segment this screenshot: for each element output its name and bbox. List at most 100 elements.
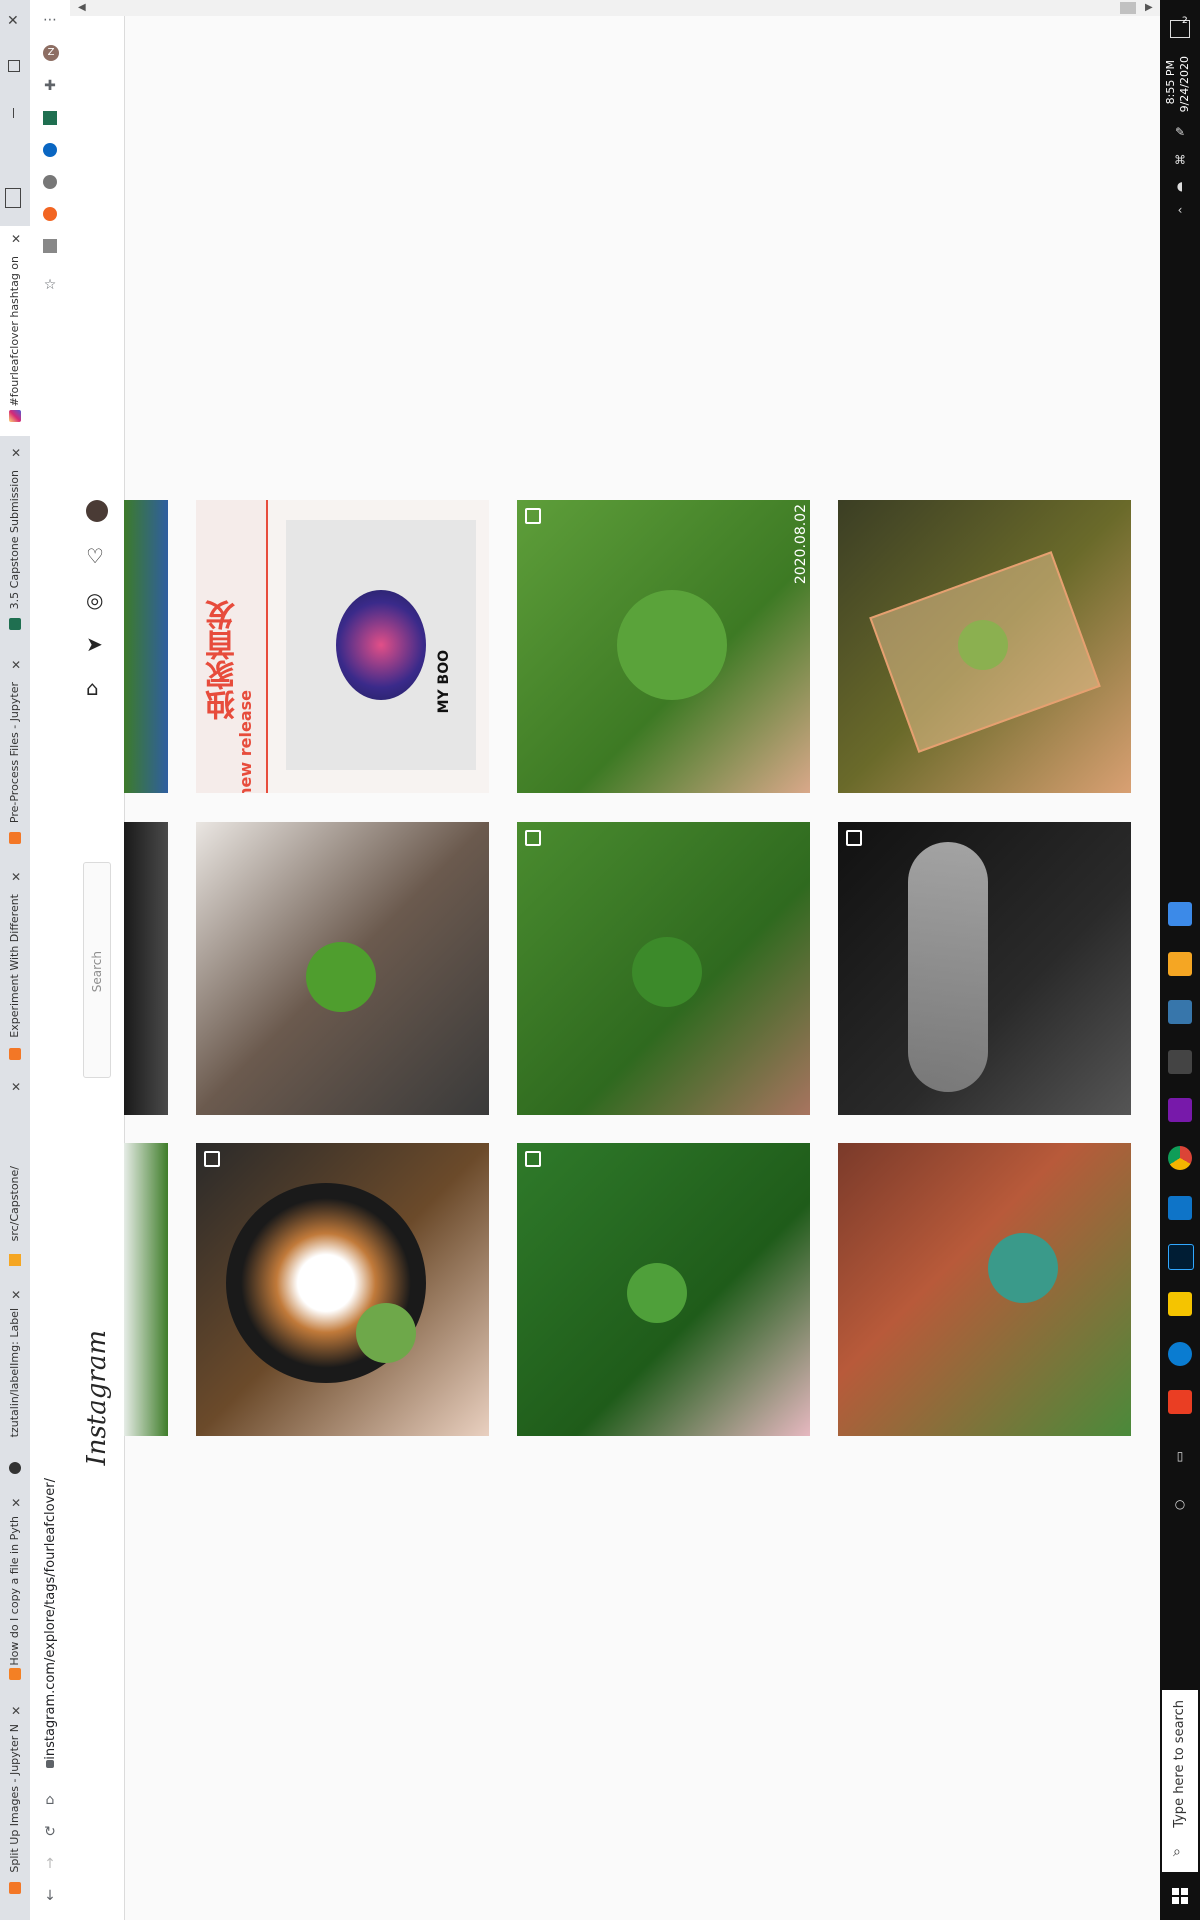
edge-app-icon[interactable]: [1168, 1342, 1192, 1366]
tab-split-up[interactable]: ✕ Split Up Images - Jupyter N: [0, 1700, 30, 1920]
tab-src-capstone[interactable]: ✕ src/Capstone/: [0, 1076, 30, 1286]
tab-preprocess[interactable]: ✕ Pre-Process Files - Jupyter: [0, 652, 30, 862]
post-tile[interactable]: [838, 1143, 1131, 1436]
search-input[interactable]: Search: [83, 862, 111, 1078]
direct-icon[interactable]: ➤: [86, 632, 103, 656]
forward-icon[interactable]: ↑: [42, 1856, 58, 1872]
home-icon[interactable]: ⌂: [42, 1792, 58, 1808]
url-text[interactable]: instagram.com/explore/tags/fourleafclove…: [43, 1478, 58, 1760]
extension-icon[interactable]: [43, 111, 57, 125]
multi-post-icon: [525, 1151, 541, 1167]
chrome-app-icon[interactable]: [1168, 1146, 1192, 1170]
tab-capstone[interactable]: ✕ 3.5 Capstone Submission: [0, 440, 30, 650]
close-tab-icon[interactable]: ✕: [9, 1704, 23, 1718]
scroll-left-arrow-icon[interactable]: ◀: [78, 2, 86, 13]
close-tab-icon[interactable]: ✕: [9, 232, 23, 246]
explore-icon[interactable]: ◎: [86, 588, 103, 612]
github-favicon-icon: [9, 1462, 21, 1474]
post-tile[interactable]: [196, 822, 489, 1115]
file-explorer-app-icon[interactable]: [1168, 902, 1192, 926]
brooch-shape: [908, 842, 988, 1092]
multi-post-icon: [525, 830, 541, 846]
tab-label: How do I copy a file in Pyth: [8, 1516, 21, 1666]
close-tab-icon[interactable]: ✕: [9, 658, 23, 672]
close-tab-icon[interactable]: ✕: [9, 1080, 23, 1094]
network-icon[interactable]: ⌘: [1172, 152, 1188, 168]
jupyter-favicon-icon: [9, 832, 21, 844]
extension-icon[interactable]: [43, 175, 57, 189]
tab-labelimg[interactable]: ✕ tzutalin/labelImg: Label: [0, 1288, 30, 1488]
post-tile[interactable]: 独家首发 new release MY BOO: [196, 500, 489, 793]
capstone-favicon-icon: [9, 618, 21, 630]
lock-icon: [46, 1760, 54, 1768]
post-tile[interactable]: [838, 822, 1131, 1115]
task-view-icon[interactable]: ▯: [1172, 1448, 1188, 1464]
activity-icon[interactable]: ♡: [86, 544, 104, 568]
onenote-app-icon[interactable]: [1168, 1098, 1192, 1122]
sticky-notes-app-icon[interactable]: [1168, 1292, 1192, 1316]
post-partial[interactable]: [124, 1143, 168, 1436]
post-tile[interactable]: [517, 1143, 810, 1436]
horizontal-scrollbar[interactable]: ◀ ▶: [70, 0, 1160, 16]
close-tab-icon[interactable]: ✕: [9, 1496, 23, 1510]
back-icon[interactable]: ↓: [42, 1888, 58, 1904]
vscode-app-icon[interactable]: [1168, 1196, 1192, 1220]
tab-experiment[interactable]: ✕ Experiment With Different: [0, 864, 30, 1074]
restore-window-icon[interactable]: [8, 60, 20, 72]
extension-icon[interactable]: [43, 143, 57, 157]
tab-strip: ✕ ✕ #fourleafclover hashtag on ✕ 3.5 Cap…: [0, 0, 30, 1920]
scroll-right-arrow-icon[interactable]: ▶: [1145, 2, 1153, 13]
tab-label: #fourleafclover hashtag on: [8, 256, 21, 407]
multi-post-icon: [846, 830, 862, 846]
post-tile[interactable]: [838, 500, 1131, 793]
post-tile[interactable]: [517, 822, 810, 1115]
post-tile[interactable]: 2020.08.02: [517, 500, 810, 793]
extension-icon[interactable]: [43, 207, 57, 221]
post-partial[interactable]: [124, 822, 168, 1115]
minimize-window-icon[interactable]: [13, 108, 14, 118]
profile-avatar[interactable]: [86, 500, 108, 522]
address-bar[interactable]: instagram.com/explore/tags/fourleafclove…: [35, 1470, 65, 1770]
post-partial[interactable]: [124, 500, 168, 793]
tab-copy-file[interactable]: ✕ How do I copy a file in Pyth: [0, 1492, 30, 1692]
profile-avatar[interactable]: Z: [43, 45, 59, 61]
tab-label: Experiment With Different: [8, 894, 21, 1038]
close-tab-icon[interactable]: ✕: [9, 1288, 23, 1302]
reload-icon[interactable]: ↻: [42, 1824, 58, 1840]
post-tile[interactable]: [196, 1143, 489, 1436]
cortana-icon[interactable]: ○: [1172, 1496, 1188, 1512]
multi-post-icon: [204, 1151, 220, 1167]
bookmark-star-icon[interactable]: ☆: [42, 277, 58, 293]
instagram-logo[interactable]: Instagram: [82, 1330, 112, 1466]
clock-time[interactable]: 8:55 PM: [1164, 60, 1177, 104]
album-title: MY BOO: [436, 650, 452, 714]
brackets-app-icon[interactable]: [1168, 952, 1192, 976]
instagram-favicon-icon: [9, 410, 21, 422]
tab-fourleafclover[interactable]: ✕ #fourleafclover hashtag on: [0, 226, 30, 436]
extension-icon[interactable]: [43, 239, 57, 253]
more-vert-icon[interactable]: ⋯: [42, 12, 58, 28]
tab-label: Split Up Images - Jupyter N: [8, 1724, 21, 1873]
terminal-app-icon[interactable]: [1168, 1050, 1192, 1074]
photoshop-app-icon[interactable]: [1168, 1244, 1194, 1270]
clock-date[interactable]: 9/24/2020: [1178, 56, 1191, 112]
promo-banner: 独家首发 new release: [196, 500, 268, 793]
scroll-thumb[interactable]: [1120, 2, 1136, 14]
close-tab-icon[interactable]: ✕: [9, 870, 23, 884]
tab-label: Pre-Process Files - Jupyter: [8, 682, 21, 824]
extensions-puzzle-icon[interactable]: ✚: [42, 78, 58, 94]
timestamp-overlay: 2020.08.02: [793, 504, 809, 585]
search-placeholder: Search: [90, 951, 104, 993]
volume-icon[interactable]: ◖: [1172, 178, 1188, 194]
office-app-icon[interactable]: [1168, 1390, 1192, 1414]
close-tab-icon[interactable]: ✕: [9, 446, 23, 460]
python-app-icon[interactable]: [1168, 1000, 1192, 1024]
tab-search-icon[interactable]: [5, 188, 21, 208]
windows-taskbar: 2 8:55 PM 9/24/2020 ✎ ⌘ ◖ ‹ ▯ ○ Type her…: [1160, 0, 1200, 1920]
close-window-icon[interactable]: ✕: [7, 13, 19, 29]
chevron-up-icon[interactable]: ‹: [1172, 202, 1188, 218]
pen-icon[interactable]: ✎: [1172, 124, 1188, 140]
windows-start-icon[interactable]: [1172, 1888, 1188, 1904]
home-icon[interactable]: ⌂: [86, 676, 99, 700]
taskbar-search-box[interactable]: Type here to search ⌕: [1162, 1690, 1198, 1872]
